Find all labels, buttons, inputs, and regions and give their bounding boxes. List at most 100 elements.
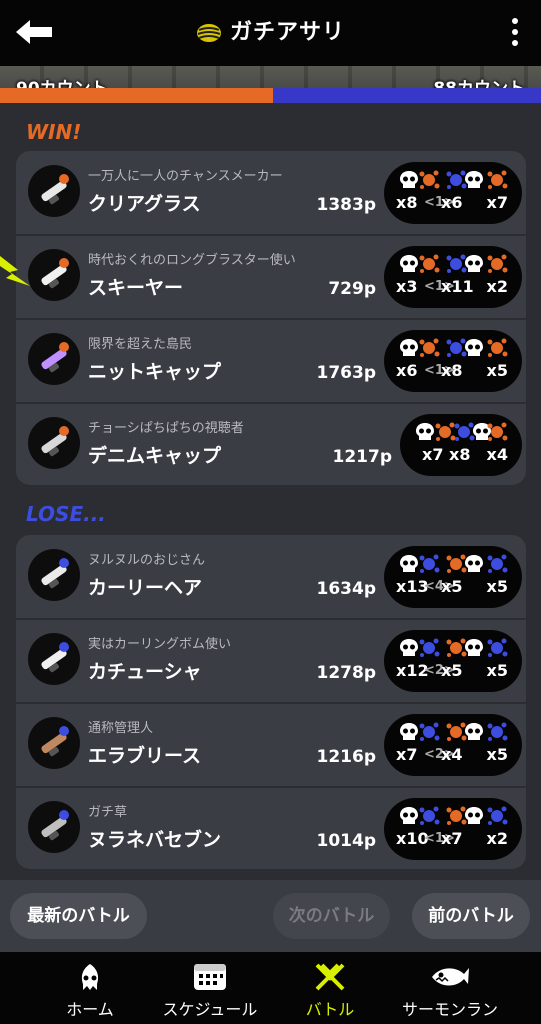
tab-battle-label: バトル [305,1000,355,1019]
special-count: x2 [486,277,508,296]
death-count: x8 [441,361,463,380]
death-count: x6 [441,193,463,212]
player-row[interactable]: 時代おくれのロングブラスター使い スキーヤー 729p x3 <1> x11 x2 [16,235,526,320]
paint-points: 1217p [332,447,392,467]
tab-home[interactable]: ホーム [40,952,140,1024]
weapon-icon [28,717,80,769]
player-name: カチューシャ [88,661,202,683]
death-skull-icon [463,337,485,363]
prev-battle-button[interactable]: 前のバトル [412,893,530,939]
ink-splat-icon [418,553,440,579]
weapon-icon [28,417,80,469]
death-count: x5 [441,661,463,680]
special-count: x5 [486,745,508,764]
paint-points: 1014p [316,831,376,851]
player-row[interactable]: 実はカーリングボム使い カチューシャ 1278p x12 <2> x5 x5 [16,619,526,704]
player-name: クリアグラス [88,193,201,215]
tab-salmon-run-label: サーモンラン [401,1000,498,1019]
death-skull-icon [463,169,485,195]
paint-points: 729p [328,279,376,299]
paint-points: 1763p [316,363,376,383]
special-weapon-icon [486,805,508,831]
death-skull-icon [463,253,485,279]
calendar-icon [194,964,226,990]
kill-count: x7 [396,745,418,764]
player-title: 時代おくれのロングブラスター使い [88,253,296,268]
special-count: x5 [486,577,508,596]
ink-splat-icon [418,253,440,279]
ink-splat-icon [418,169,440,195]
kill-icon [398,805,420,831]
special-weapon-icon [486,169,508,195]
weapon-icon [28,633,80,685]
kill-count: x8 [396,193,418,212]
special-count: x4 [486,445,508,464]
kill-icon [398,337,420,363]
lose-team-panel: ヌルヌルのおじさん カーリーヘア 1634p x13 <4> x5 x5 実はカーリングボム使… [16,535,526,869]
alpha-score-bar [0,88,273,103]
special-weapon-icon [486,721,508,747]
salmon-icon [432,968,469,986]
tab-bar: ホーム スケジュール バトル サーモンラン [0,952,541,1024]
special-weapon-icon [486,421,508,447]
kill-icon [398,169,420,195]
battle-icon [315,963,345,991]
special-weapon-icon [486,637,508,663]
special-weapon-icon [486,253,508,279]
next-battle-button[interactable]: 次のバトル [273,893,390,939]
player-row[interactable]: 一万人に一人のチャンスメーカー クリアグラス 1383p x8 <1> x6 x7 [16,151,526,236]
kill-stats: x3 <1> x11 x2 [384,246,522,308]
kill-stats: x13 <4> x5 x5 [384,546,522,608]
player-row[interactable]: 限界を超えた島民 ニットキャップ 1763p x6 <1> x8 x5 [16,319,526,404]
player-title: ガチ草 [88,805,128,820]
kill-count: x7 [422,445,444,464]
top-bar: ガチアサリ [0,0,541,66]
page-title: ガチアサリ [0,14,541,46]
player-title: 一万人に一人のチャンスメーカー [88,169,283,184]
weapon-icon [28,165,80,217]
weapon-icon [28,801,80,853]
special-count: x5 [486,661,508,680]
tab-salmon-run[interactable]: サーモンラン [390,952,510,1024]
tab-schedule[interactable]: スケジュール [150,952,270,1024]
win-heading: WIN! [26,120,82,144]
kill-stats: x10 <1> x7 x2 [384,798,522,860]
player-name: ニットキャップ [88,361,222,383]
ink-splat-icon [418,637,440,663]
player-title: チョーシぱちぱちの視聴者 [88,421,244,436]
player-title: 限界を超えた島民 [88,337,193,352]
kill-icon [398,253,420,279]
squid-icon [81,964,99,990]
page-title-text: ガチアサリ [229,20,345,45]
player-title: ヌルヌルのおじさん [88,553,206,568]
self-marker-icon [0,256,30,286]
player-title: 通称管理人 [88,721,154,736]
player-title: 実はカーリングボム使い [88,637,232,652]
player-row[interactable]: ヌルヌルのおじさん カーリーヘア 1634p x13 <4> x5 x5 [16,535,526,620]
special-count: x7 [486,193,508,212]
death-skull-icon [463,553,485,579]
special-count: x5 [486,361,508,380]
special-count: x2 [486,829,508,848]
death-skull-icon [463,805,485,831]
player-row[interactable]: ガチ草 ヌラネバセブン 1014p x10 <1> x7 x2 [16,787,526,869]
lose-heading: LOSE... [26,502,106,526]
kill-stats: x12 <2> x5 x5 [384,630,522,692]
kill-icon [398,553,420,579]
player-row[interactable]: チョーシぱちぱちの視聴者 デニムキャップ 1217p x7 x8 x4 [16,403,526,485]
death-count: x11 [441,277,474,296]
tab-battle[interactable]: バトル [290,952,370,1024]
death-skull-icon [463,637,485,663]
kill-icon [414,421,436,447]
ink-splat-icon [418,721,440,747]
kill-stats: x6 <1> x8 x5 [384,330,522,392]
death-count: x4 [441,745,463,764]
death-count: x8 [449,445,471,464]
weapon-icon [28,549,80,601]
kill-stats: x7 <2> x4 x5 [384,714,522,776]
death-count: x7 [441,829,463,848]
latest-battle-button[interactable]: 最新のバトル [10,893,147,939]
more-menu-icon[interactable] [511,16,519,48]
player-row[interactable]: 通称管理人 エラブリース 1216p x7 <2> x4 x5 [16,703,526,788]
clam-icon [196,24,221,42]
